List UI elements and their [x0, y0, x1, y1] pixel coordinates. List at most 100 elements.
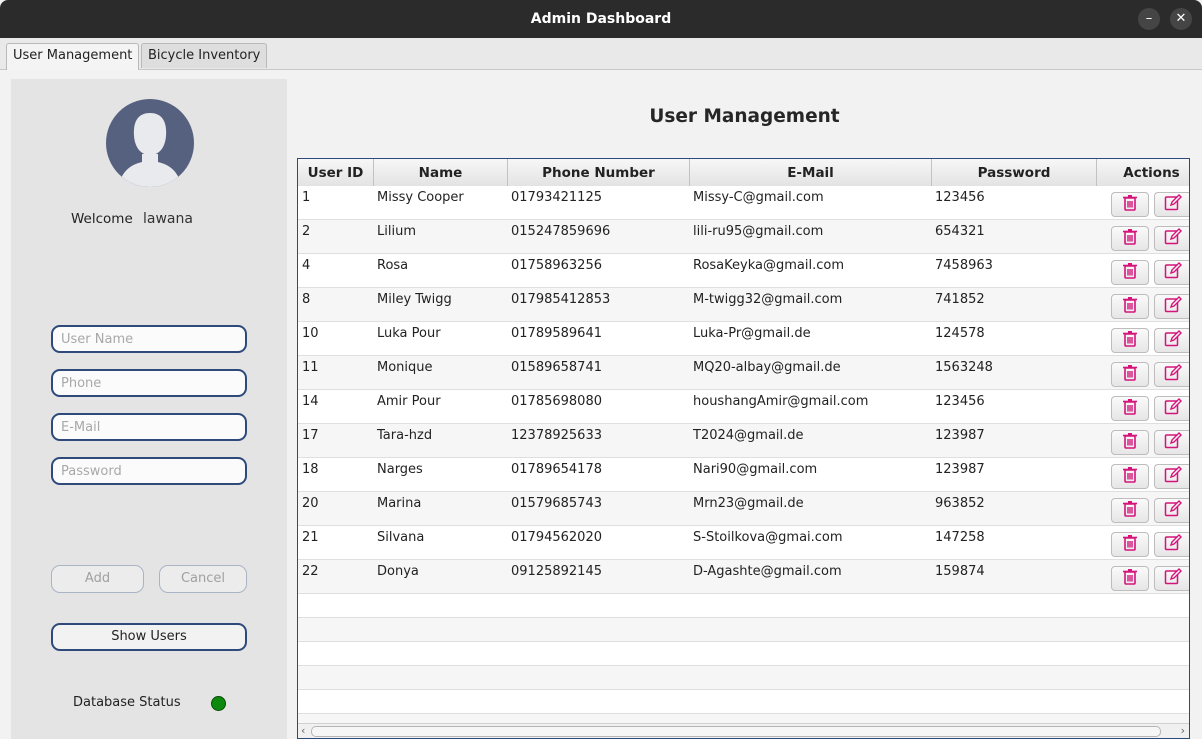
sidebar: Welcome lawana Add Cancel Show Users Dat…: [11, 79, 287, 739]
delete-button[interactable]: [1111, 260, 1149, 285]
delete-button[interactable]: [1111, 498, 1149, 523]
add-button[interactable]: Add: [51, 565, 144, 593]
column-header-password[interactable]: Password: [932, 159, 1097, 186]
avatar: [106, 99, 194, 187]
cell-name: Silvana: [377, 530, 425, 545]
cell-email: MQ20-albay@gmail.de: [693, 360, 841, 375]
cell-phone: 017985412853: [511, 292, 611, 307]
cell-name: Luka Pour: [377, 326, 441, 341]
empty-table-row: [298, 642, 1189, 666]
edit-button[interactable]: [1154, 396, 1189, 421]
cell-email: Mrn23@gmail.de: [693, 496, 804, 511]
horizontal-scrollbar[interactable]: ‹ ›: [298, 723, 1189, 738]
delete-button[interactable]: [1111, 464, 1149, 489]
edit-button[interactable]: [1154, 430, 1189, 455]
table-row[interactable]: 22 Donya 09125892145 D-Agashte@gmail.com 159…: [298, 560, 1189, 594]
delete-button[interactable]: [1111, 294, 1149, 319]
cell-phone: 01789589641: [511, 326, 602, 341]
edit-button[interactable]: [1154, 328, 1189, 353]
scrollbar-thumb[interactable]: [311, 726, 1161, 737]
trash-icon: [1122, 364, 1138, 385]
table-row[interactable]: 10 Luka Pour 01789589641 Luka-Pr@gmail.de 12…: [298, 322, 1189, 356]
cell-password: 123987: [935, 428, 985, 443]
cell-phone: 01794562020: [511, 530, 602, 545]
trash-icon: [1122, 568, 1138, 589]
delete-button[interactable]: [1111, 396, 1149, 421]
table-row[interactable]: 8 Miley Twigg 017985412853 M-twigg32@gmail.…: [298, 288, 1189, 322]
trash-icon: [1122, 432, 1138, 453]
scroll-right-icon[interactable]: ›: [1181, 724, 1185, 737]
delete-button[interactable]: [1111, 566, 1149, 591]
delete-button[interactable]: [1111, 192, 1149, 217]
edit-icon: [1164, 262, 1182, 283]
edit-button[interactable]: [1154, 192, 1189, 217]
empty-table-row: [298, 690, 1189, 714]
tab-bicycle-inventory[interactable]: Bicycle Inventory: [141, 43, 268, 68]
edit-button[interactable]: [1154, 532, 1189, 557]
empty-table-row: [298, 666, 1189, 690]
cell-user-id: 21: [302, 530, 319, 545]
table-row[interactable]: 21 Silvana 01794562020 S-Stoilkova@gmai.com…: [298, 526, 1189, 560]
table-row[interactable]: 2 Lilium 015247859696 lili-ru95@gmail.com 65…: [298, 220, 1189, 254]
cell-phone: 01793421125: [511, 190, 602, 205]
edit-button[interactable]: [1154, 566, 1189, 591]
minimize-icon: –: [1145, 11, 1153, 26]
cell-phone: 01589658741: [511, 360, 602, 375]
cell-password: 963852: [935, 496, 985, 511]
edit-icon: [1164, 296, 1182, 317]
table-row[interactable]: 1 Missy Cooper 01793421125 Missy-C@gmail.co…: [298, 186, 1189, 220]
column-header-user-id[interactable]: User ID: [298, 159, 374, 186]
delete-button[interactable]: [1111, 362, 1149, 387]
edit-icon: [1164, 330, 1182, 351]
trash-icon: [1122, 296, 1138, 317]
table-row[interactable]: 4 Rosa 01758963256 RosaKeyka@gmail.com 74589…: [298, 254, 1189, 288]
close-button[interactable]: ✕: [1170, 8, 1192, 30]
email-field[interactable]: [51, 413, 247, 441]
edit-button[interactable]: [1154, 294, 1189, 319]
table-row[interactable]: 14 Amir Pour 01785698080 houshangAmir@gmail…: [298, 390, 1189, 424]
password-field[interactable]: [51, 457, 247, 485]
tab-user-management[interactable]: User Management: [6, 43, 140, 70]
column-header-phone[interactable]: Phone Number: [508, 159, 690, 186]
username-field[interactable]: [51, 325, 247, 353]
cell-email: Missy-C@gmail.com: [693, 190, 824, 205]
cancel-button[interactable]: Cancel: [159, 565, 247, 593]
edit-button[interactable]: [1154, 498, 1189, 523]
edit-button[interactable]: [1154, 260, 1189, 285]
column-header-email[interactable]: E-Mail: [690, 159, 932, 186]
column-header-name[interactable]: Name: [374, 159, 508, 186]
cell-phone: 01785698080: [511, 394, 602, 409]
table-row[interactable]: 11 Monique 01589658741 MQ20-albay@gmail.de 1…: [298, 356, 1189, 390]
table-header: User ID Name Phone Number E-Mail Passwor…: [298, 159, 1189, 187]
cell-name: Donya: [377, 564, 419, 579]
delete-button[interactable]: [1111, 226, 1149, 251]
phone-field[interactable]: [51, 369, 247, 397]
table-row[interactable]: 20 Marina 01579685743 Mrn23@gmail.de 963852: [298, 492, 1189, 526]
title-bar: Admin Dashboard – ✕: [0, 0, 1202, 38]
edit-button[interactable]: [1154, 464, 1189, 489]
table-row[interactable]: 18 Narges 01789654178 Nari90@gmail.com 12398…: [298, 458, 1189, 492]
column-header-actions[interactable]: Actions: [1097, 159, 1189, 186]
scroll-left-icon[interactable]: ‹: [301, 724, 305, 737]
delete-button[interactable]: [1111, 328, 1149, 353]
cell-name: Marina: [377, 496, 422, 511]
users-table[interactable]: User ID Name Phone Number E-Mail Passwor…: [297, 158, 1190, 739]
trash-icon: [1122, 500, 1138, 521]
cell-email: RosaKeyka@gmail.com: [693, 258, 844, 273]
cell-name: Amir Pour: [377, 394, 441, 409]
edit-icon: [1164, 534, 1182, 555]
delete-button[interactable]: [1111, 430, 1149, 455]
welcome-username: lawana: [143, 211, 193, 227]
minimize-button[interactable]: –: [1138, 8, 1160, 30]
table-row[interactable]: 17 Tara-hzd 12378925633 T2024@gmail.de 12398…: [298, 424, 1189, 458]
show-users-button[interactable]: Show Users: [51, 623, 247, 651]
cell-password: 123987: [935, 462, 985, 477]
delete-button[interactable]: [1111, 532, 1149, 557]
cell-name: Rosa: [377, 258, 409, 273]
edit-icon: [1164, 228, 1182, 249]
cell-user-id: 18: [302, 462, 319, 477]
trash-icon: [1122, 466, 1138, 487]
edit-button[interactable]: [1154, 362, 1189, 387]
edit-button[interactable]: [1154, 226, 1189, 251]
cell-user-id: 22: [302, 564, 319, 579]
